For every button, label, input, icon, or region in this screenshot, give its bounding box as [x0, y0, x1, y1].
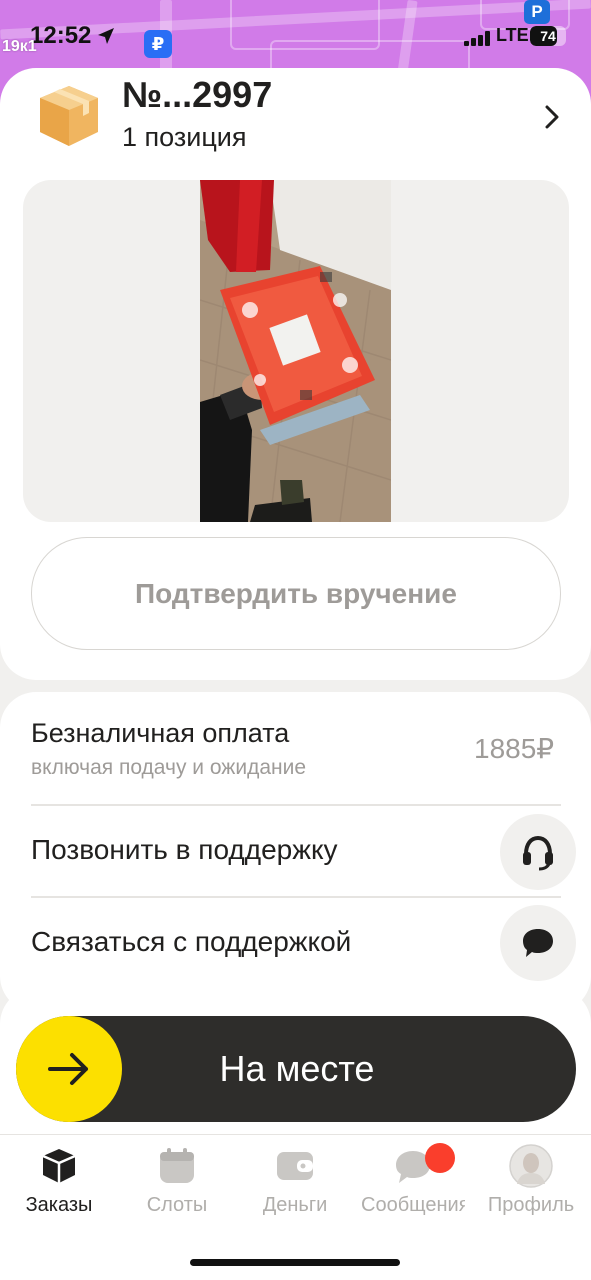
chevron-right-icon[interactable] [540, 104, 564, 130]
ruble-badge: ₽ [144, 30, 172, 58]
tab-label: Слоты [146, 1194, 208, 1216]
tab-bar-divider [0, 1134, 591, 1135]
tab-profile[interactable]: Профиль [472, 1144, 590, 1222]
divider [31, 896, 561, 898]
call-support-button[interactable] [500, 814, 576, 890]
confirm-delivery-button[interactable]: Подтвердить вручение [31, 537, 561, 650]
tab-label: Сообщения [361, 1194, 465, 1216]
delivery-photo-container[interactable] [23, 180, 569, 522]
network-type: LTE [496, 25, 529, 45]
location-arrow-icon [98, 28, 114, 44]
tab-orders[interactable]: Заказы [0, 1146, 118, 1222]
status-bar: 12:52 ₽ 19к1 P LTE 74 [0, 0, 591, 70]
cellular-signal-icon [464, 30, 492, 46]
divider [31, 804, 561, 806]
chat-support-button[interactable] [500, 905, 576, 981]
tab-label: Заказы [25, 1194, 93, 1216]
payment-subtitle: включая подачу и ожидание [31, 756, 307, 779]
tab-label: Профиль [487, 1194, 575, 1216]
order-number[interactable]: №...2997 [122, 74, 272, 116]
delivery-photo [200, 180, 391, 522]
order-positions: 1 позиция [122, 122, 247, 152]
battery-icon: 74 [530, 26, 566, 46]
calendar-icon [157, 1146, 197, 1186]
headset-icon [523, 835, 553, 871]
wallet-icon [275, 1146, 315, 1186]
slider-knob[interactable] [16, 1016, 122, 1122]
payment-amount: 1885₽ [474, 733, 555, 764]
home-indicator [190, 1259, 400, 1266]
status-time: 12:52 [30, 22, 92, 49]
call-support-label[interactable]: Позвонить в поддержку [31, 834, 338, 866]
box-icon [39, 1146, 79, 1186]
tab-slots[interactable]: Слоты [118, 1146, 236, 1222]
battery-level: 74 [540, 28, 556, 44]
payment-title: Безналичная оплата [31, 718, 290, 748]
notification-badge [425, 1143, 455, 1173]
parking-icon: P [524, 0, 550, 24]
chat-support-label[interactable]: Связаться с поддержкой [31, 926, 351, 958]
chat-bubble-icon [523, 929, 553, 957]
tab-money[interactable]: Деньги [236, 1146, 354, 1222]
slider-label: На месте [219, 1048, 375, 1089]
map-label: 19к1 [2, 38, 37, 55]
avatar-icon [509, 1144, 553, 1188]
package-box-icon [40, 86, 98, 146]
arrow-right-icon [48, 1053, 88, 1085]
tab-label: Деньги [262, 1194, 328, 1216]
